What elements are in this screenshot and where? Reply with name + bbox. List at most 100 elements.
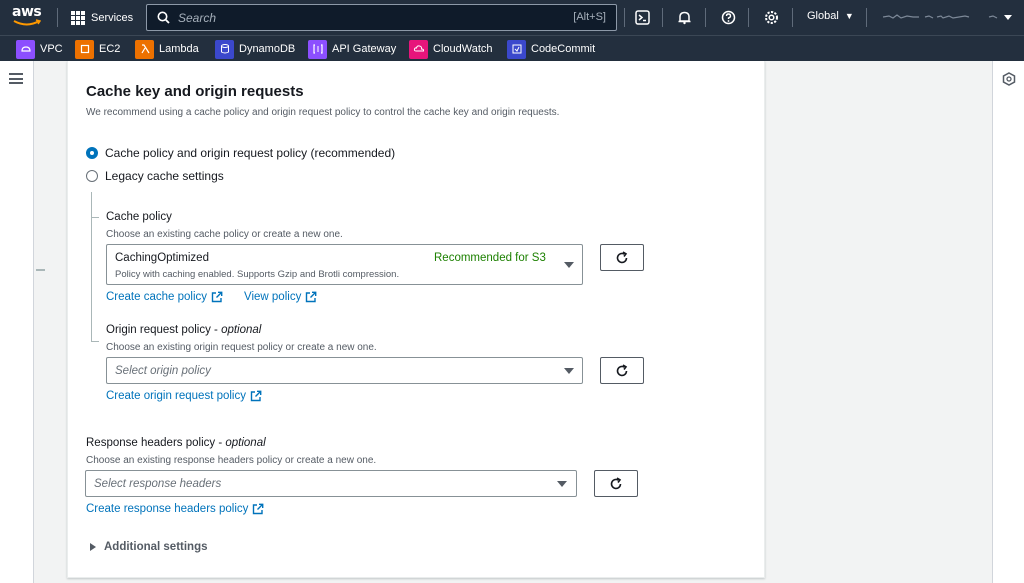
external-link-icon <box>253 503 264 515</box>
refresh-origin-policy-button[interactable] <box>600 357 644 384</box>
api-gateway-icon <box>308 39 327 59</box>
cache-policy-selected: CachingOptimized <box>115 252 209 264</box>
tree-connector <box>91 341 99 342</box>
favorite-api-gateway[interactable]: API Gateway <box>308 39 396 59</box>
create-response-headers-policy-link[interactable]: Create response headers policy <box>86 503 264 515</box>
info-panel-icon[interactable] <box>1002 72 1016 91</box>
cache-policy-description: Choose an existing cache policy or creat… <box>106 229 343 240</box>
region-label: Global <box>807 10 839 22</box>
favorite-label: EC2 <box>99 43 121 55</box>
create-origin-request-policy-link[interactable]: Create origin request policy <box>106 390 262 402</box>
radio-selected-icon <box>86 147 98 159</box>
nav-divider <box>866 8 867 27</box>
top-navigation: aws Services [Alt+S] Global ▼ <box>0 0 1024 35</box>
account-menu[interactable] <box>882 10 1013 24</box>
link-label: Create cache policy <box>106 291 207 303</box>
favorite-label: CodeCommit <box>531 43 596 55</box>
additional-settings-label: Additional settings <box>104 541 208 553</box>
search-shortcut-hint: [Alt+S] <box>573 11 606 23</box>
favorite-lambda[interactable]: Lambda <box>135 39 199 59</box>
caret-down-icon <box>564 368 574 374</box>
caret-down-icon <box>564 262 574 268</box>
nav-divider <box>792 8 793 27</box>
radio-label: Legacy cache settings <box>105 169 224 183</box>
origin-policy-select[interactable]: Select origin policy <box>106 357 583 384</box>
nav-divider <box>705 8 706 27</box>
refresh-icon <box>616 250 628 263</box>
search-icon <box>157 11 170 24</box>
recommended-badge: Recommended for S3 <box>434 252 546 264</box>
favorite-label: API Gateway <box>332 43 397 55</box>
region-selector[interactable]: Global ▼ <box>807 10 854 22</box>
search-input[interactable] <box>178 10 558 25</box>
help-icon[interactable] <box>718 8 738 27</box>
external-link-icon <box>211 291 223 303</box>
external-link-icon <box>250 390 262 402</box>
favorite-ec2[interactable]: EC2 <box>75 39 120 59</box>
favorite-dynamodb[interactable]: DynamoDB <box>215 39 295 59</box>
services-grid-icon <box>71 10 85 25</box>
favorite-label: Lambda <box>159 43 199 55</box>
link-label: View policy <box>244 291 302 303</box>
favorite-label: DynamoDB <box>239 43 296 55</box>
codecommit-icon <box>507 39 526 59</box>
radio-legacy[interactable]: Legacy cache settings <box>86 169 224 183</box>
optional-tag: optional <box>221 324 262 336</box>
radio-unselected-icon <box>86 170 98 182</box>
lambda-icon <box>135 39 154 59</box>
aws-logo[interactable]: aws <box>12 4 44 30</box>
favorite-label: VPC <box>40 43 63 55</box>
cloudwatch-icon <box>409 39 428 59</box>
favorite-codecommit[interactable]: CodeCommit <box>507 39 595 59</box>
search-bar[interactable]: [Alt+S] <box>146 4 617 31</box>
refresh-cache-policy-button[interactable] <box>600 244 644 271</box>
tree-connector <box>91 192 92 342</box>
caret-down-icon: ▼ <box>844 11 854 21</box>
caret-down-icon <box>557 481 567 487</box>
response-policy-label-text: Response headers policy <box>86 437 216 449</box>
favorite-vpc[interactable]: VPC <box>16 39 63 59</box>
radio-recommended[interactable]: Cache policy and origin request policy (… <box>86 146 395 160</box>
link-label: Create response headers policy <box>86 503 249 515</box>
cache-policy-select[interactable]: CachingOptimized Policy with caching ena… <box>106 244 583 285</box>
notifications-icon[interactable] <box>674 8 694 27</box>
dynamodb-icon <box>215 39 234 59</box>
favorite-label: CloudWatch <box>433 43 493 55</box>
settings-icon[interactable] <box>761 8 781 27</box>
external-link-icon <box>306 291 317 303</box>
account-name-redacted <box>882 14 1012 20</box>
optional-tag: optional <box>225 437 266 449</box>
response-policy-description: Choose an existing response headers poli… <box>86 455 377 466</box>
origin-policy-placeholder: Select origin policy <box>115 365 211 377</box>
drag-handle[interactable] <box>36 269 45 271</box>
menu-icon[interactable] <box>9 73 23 84</box>
aws-logo-text: aws <box>12 4 42 20</box>
create-cache-policy-link[interactable]: Create cache policy <box>106 291 223 303</box>
link-label: Create origin request policy <box>106 390 246 402</box>
refresh-icon <box>610 476 622 489</box>
cache-policy-selected-description: Policy with caching enabled. Supports Gz… <box>115 269 400 280</box>
origin-policy-label-text: Origin request policy <box>106 324 211 336</box>
refresh-icon <box>616 363 628 376</box>
response-policy-label: Response headers policy - optional <box>86 437 266 449</box>
services-menu-button[interactable]: Services <box>71 8 133 27</box>
tree-connector <box>91 217 99 218</box>
vpc-icon <box>16 39 35 59</box>
section-description: We recommend using a cache policy and or… <box>86 107 560 118</box>
origin-policy-description: Choose an existing origin request policy… <box>106 342 377 353</box>
ec2-icon <box>75 39 94 59</box>
origin-policy-label: Origin request policy - optional <box>106 324 262 336</box>
cache-policy-label: Cache policy <box>106 211 172 223</box>
additional-settings-expander[interactable]: Additional settings <box>90 541 208 553</box>
favorites-bar: VPC EC2 Lambda DynamoDB API Gateway Clou… <box>0 35 1024 61</box>
view-policy-link[interactable]: View policy <box>244 291 317 303</box>
cloudshell-icon[interactable] <box>632 8 652 27</box>
left-navigation-rail <box>0 61 45 583</box>
favorite-cloudwatch[interactable]: CloudWatch <box>409 39 493 59</box>
response-headers-select[interactable]: Select response headers <box>85 470 577 497</box>
radio-label: Cache policy and origin request policy (… <box>105 146 396 160</box>
nav-divider <box>57 8 58 27</box>
section-title: Cache key and origin requests <box>86 83 304 100</box>
aws-smile-icon <box>13 19 41 26</box>
refresh-response-policy-button[interactable] <box>594 470 638 497</box>
